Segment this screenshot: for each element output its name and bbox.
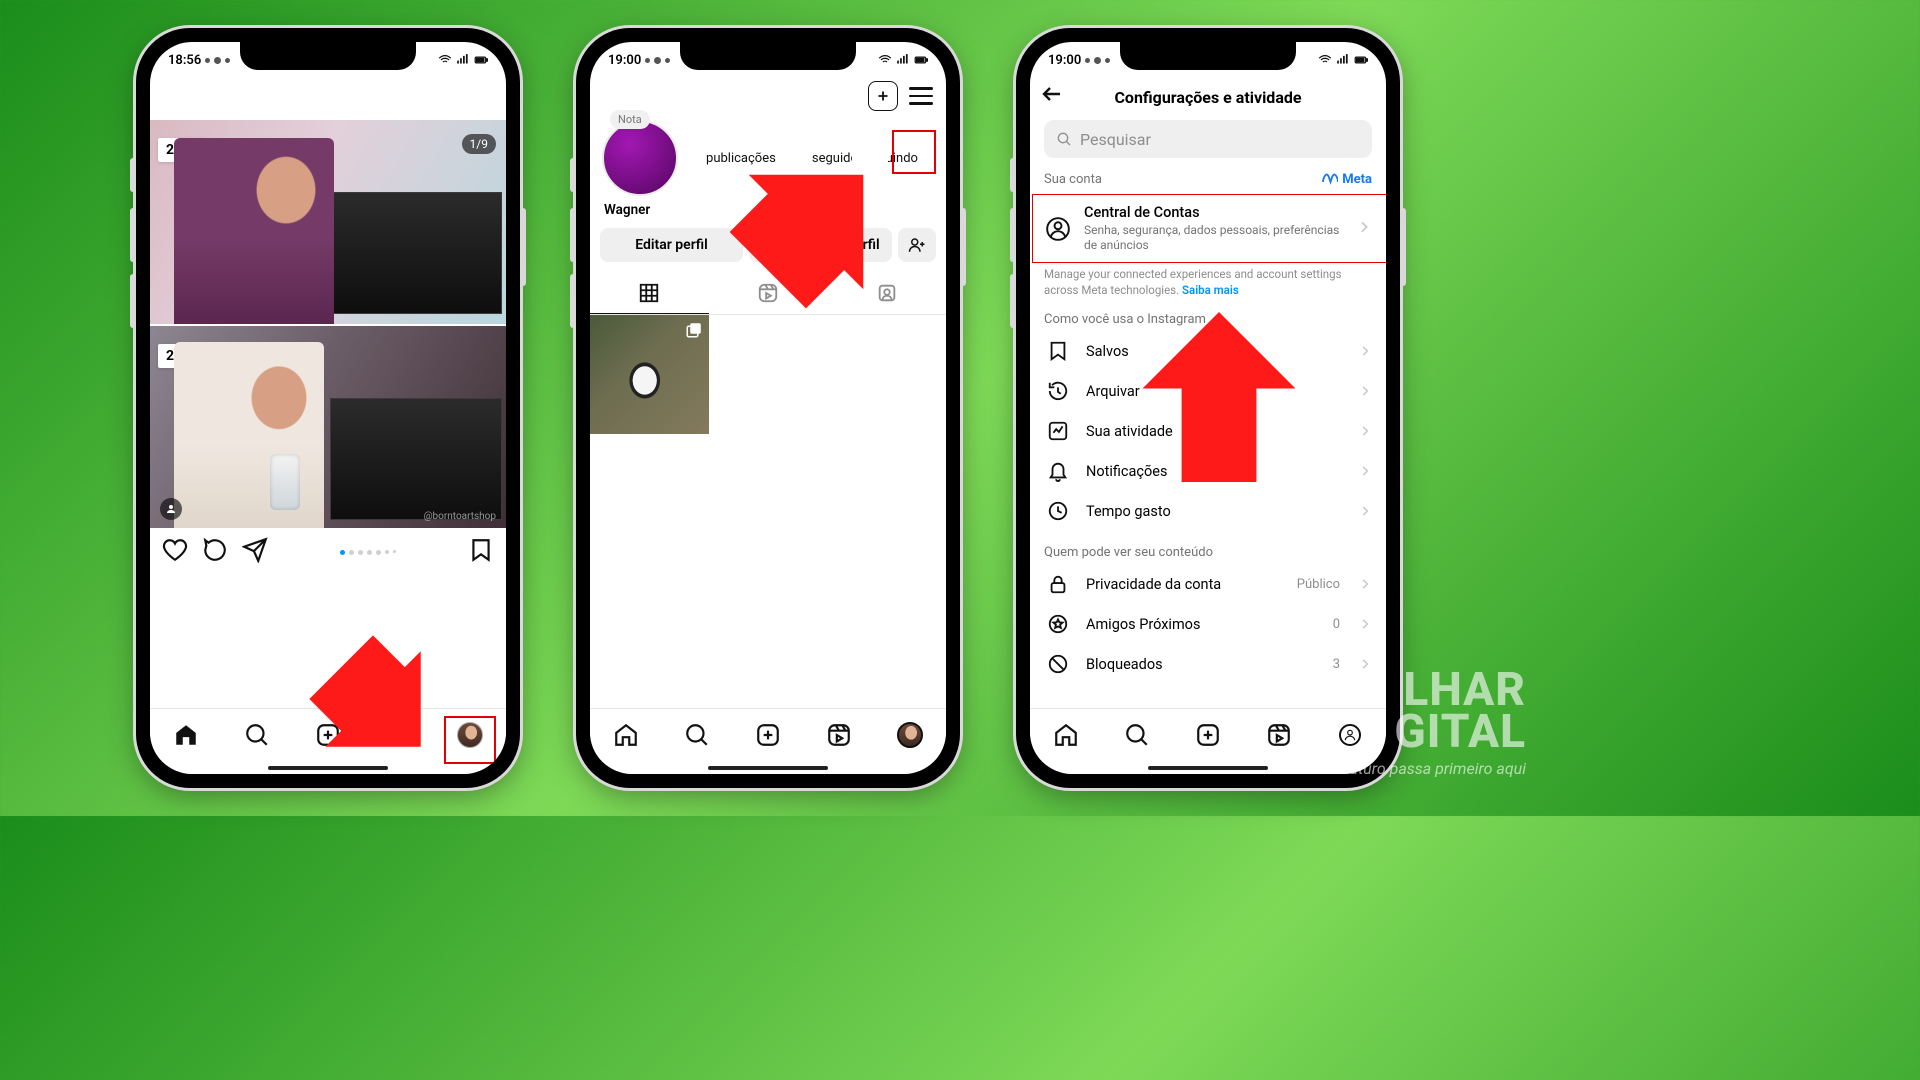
profile-name: Wagner [590,196,946,228]
nav-search-icon[interactable] [684,722,710,748]
clock-icon [1044,497,1072,525]
comment-icon[interactable] [202,537,228,567]
tab-grid[interactable] [590,272,709,314]
back-icon[interactable] [1040,82,1064,112]
meta-logo: Meta [1320,170,1372,188]
chevron-right-icon [1356,219,1372,239]
stat-posts: publicações [706,151,776,166]
post-watermark: @borntoartshop [424,511,496,522]
phone-settings: 19:00 Configurações e atividade Pesquisa… [1016,28,1400,788]
note-bubble[interactable]: Nota [610,110,650,129]
nav-profile-avatar[interactable] [897,722,923,748]
statusbar-time: 19:00 [608,53,641,68]
stat-followers: seguidores [812,151,852,166]
tagged-people-icon[interactable] [160,498,182,520]
row-saved[interactable]: Salvos [1030,331,1386,371]
section-visibility-label: Quem pode ver seu conteúdo [1030,531,1386,564]
post-image-top[interactable]: 2003 1/9 [150,120,506,324]
star-circle-icon [1044,610,1072,638]
settings-header: Configurações e atividade [1030,74,1386,120]
post-grid [590,315,946,434]
bottom-nav [1030,708,1386,760]
hamburger-menu-icon[interactable] [906,81,936,111]
nav-home-icon[interactable] [1053,722,1079,748]
save-icon[interactable] [468,537,494,567]
phone-profile: 19:00 Nota publicações [576,28,960,788]
search-placeholder: Pesquisar [1080,130,1151,149]
nav-create-icon[interactable] [1195,722,1221,748]
carousel-dots [282,550,454,555]
row-archive[interactable]: Arquivar [1030,371,1386,411]
post-actions [150,528,506,576]
nav-reels-icon[interactable] [1266,722,1292,748]
post-thumbnail[interactable] [590,315,709,434]
stat-following: seguindo [888,151,918,166]
accounts-center-title: Central de Contas [1084,204,1344,221]
profile-stats[interactable]: publicações seguidores seguindo [688,151,936,166]
like-icon[interactable] [162,537,188,567]
post-image-bottom[interactable]: 2024 @borntoartshop [150,324,506,528]
feed-post[interactable]: 2003 1/9 2024 @borntoartshop [150,120,506,576]
learn-more-link[interactable]: Saiba mais [1182,283,1239,297]
statusbar-time: 18:56 [168,53,201,68]
share-icon[interactable] [242,537,268,567]
profile-tabs [590,272,946,315]
row-notifications[interactable]: Notificações [1030,451,1386,491]
statusbar-time: 19:00 [1048,53,1081,68]
row-time-spent[interactable]: Tempo gasto [1030,491,1386,531]
row-activity[interactable]: Sua atividade [1030,411,1386,451]
phone-feed: 18:56 2003 1/9 2024 @borntoartshop [136,28,520,788]
nav-profile-avatar[interactable] [457,722,483,748]
account-center-icon [1044,215,1072,243]
lock-icon [1044,570,1072,598]
row-close-friends[interactable]: Amigos Próximos 0 [1030,604,1386,644]
nav-profile-avatar[interactable] [1337,722,1363,748]
bottom-nav [590,708,946,760]
nav-search-icon[interactable] [244,722,270,748]
block-icon [1044,650,1072,678]
activity-icon [1044,417,1072,445]
nav-reels-icon[interactable] [386,722,412,748]
bell-icon [1044,457,1072,485]
row-privacy[interactable]: Privacidade da conta Público [1030,564,1386,604]
search-input[interactable]: Pesquisar [1044,120,1372,158]
share-profile-button[interactable]: Compartilhar perfil [749,228,892,262]
nav-reels-icon[interactable] [826,722,852,748]
edit-profile-button[interactable]: Editar perfil [600,228,743,262]
section-account-label: Sua conta [1044,172,1102,187]
tab-reels[interactable] [709,272,828,314]
nav-create-icon[interactable] [315,722,341,748]
section-usage-label: Como você usa o Instagram [1030,298,1386,331]
carousel-indicator: 1/9 [462,134,496,154]
accounts-center-row[interactable]: Central de Contas Senha, segurança, dado… [1030,194,1386,263]
nav-home-icon[interactable] [173,722,199,748]
create-post-icon[interactable] [868,81,898,111]
bookmark-icon [1044,337,1072,365]
settings-title: Configurações e atividade [1114,88,1301,107]
row-blocked[interactable]: Bloqueados 3 [1030,644,1386,684]
accounts-center-subtitle: Senha, segurança, dados pessoais, prefer… [1084,223,1344,253]
archive-icon [1044,377,1072,405]
manage-note: Manage your connected experiences and ac… [1030,263,1386,298]
nav-home-icon[interactable] [613,722,639,748]
tab-tagged[interactable] [827,272,946,314]
nav-create-icon[interactable] [755,722,781,748]
profile-avatar[interactable]: Nota [602,120,678,196]
nav-search-icon[interactable] [1124,722,1150,748]
bottom-nav [150,708,506,760]
discover-people-button[interactable] [898,228,936,262]
carousel-icon [685,321,703,343]
